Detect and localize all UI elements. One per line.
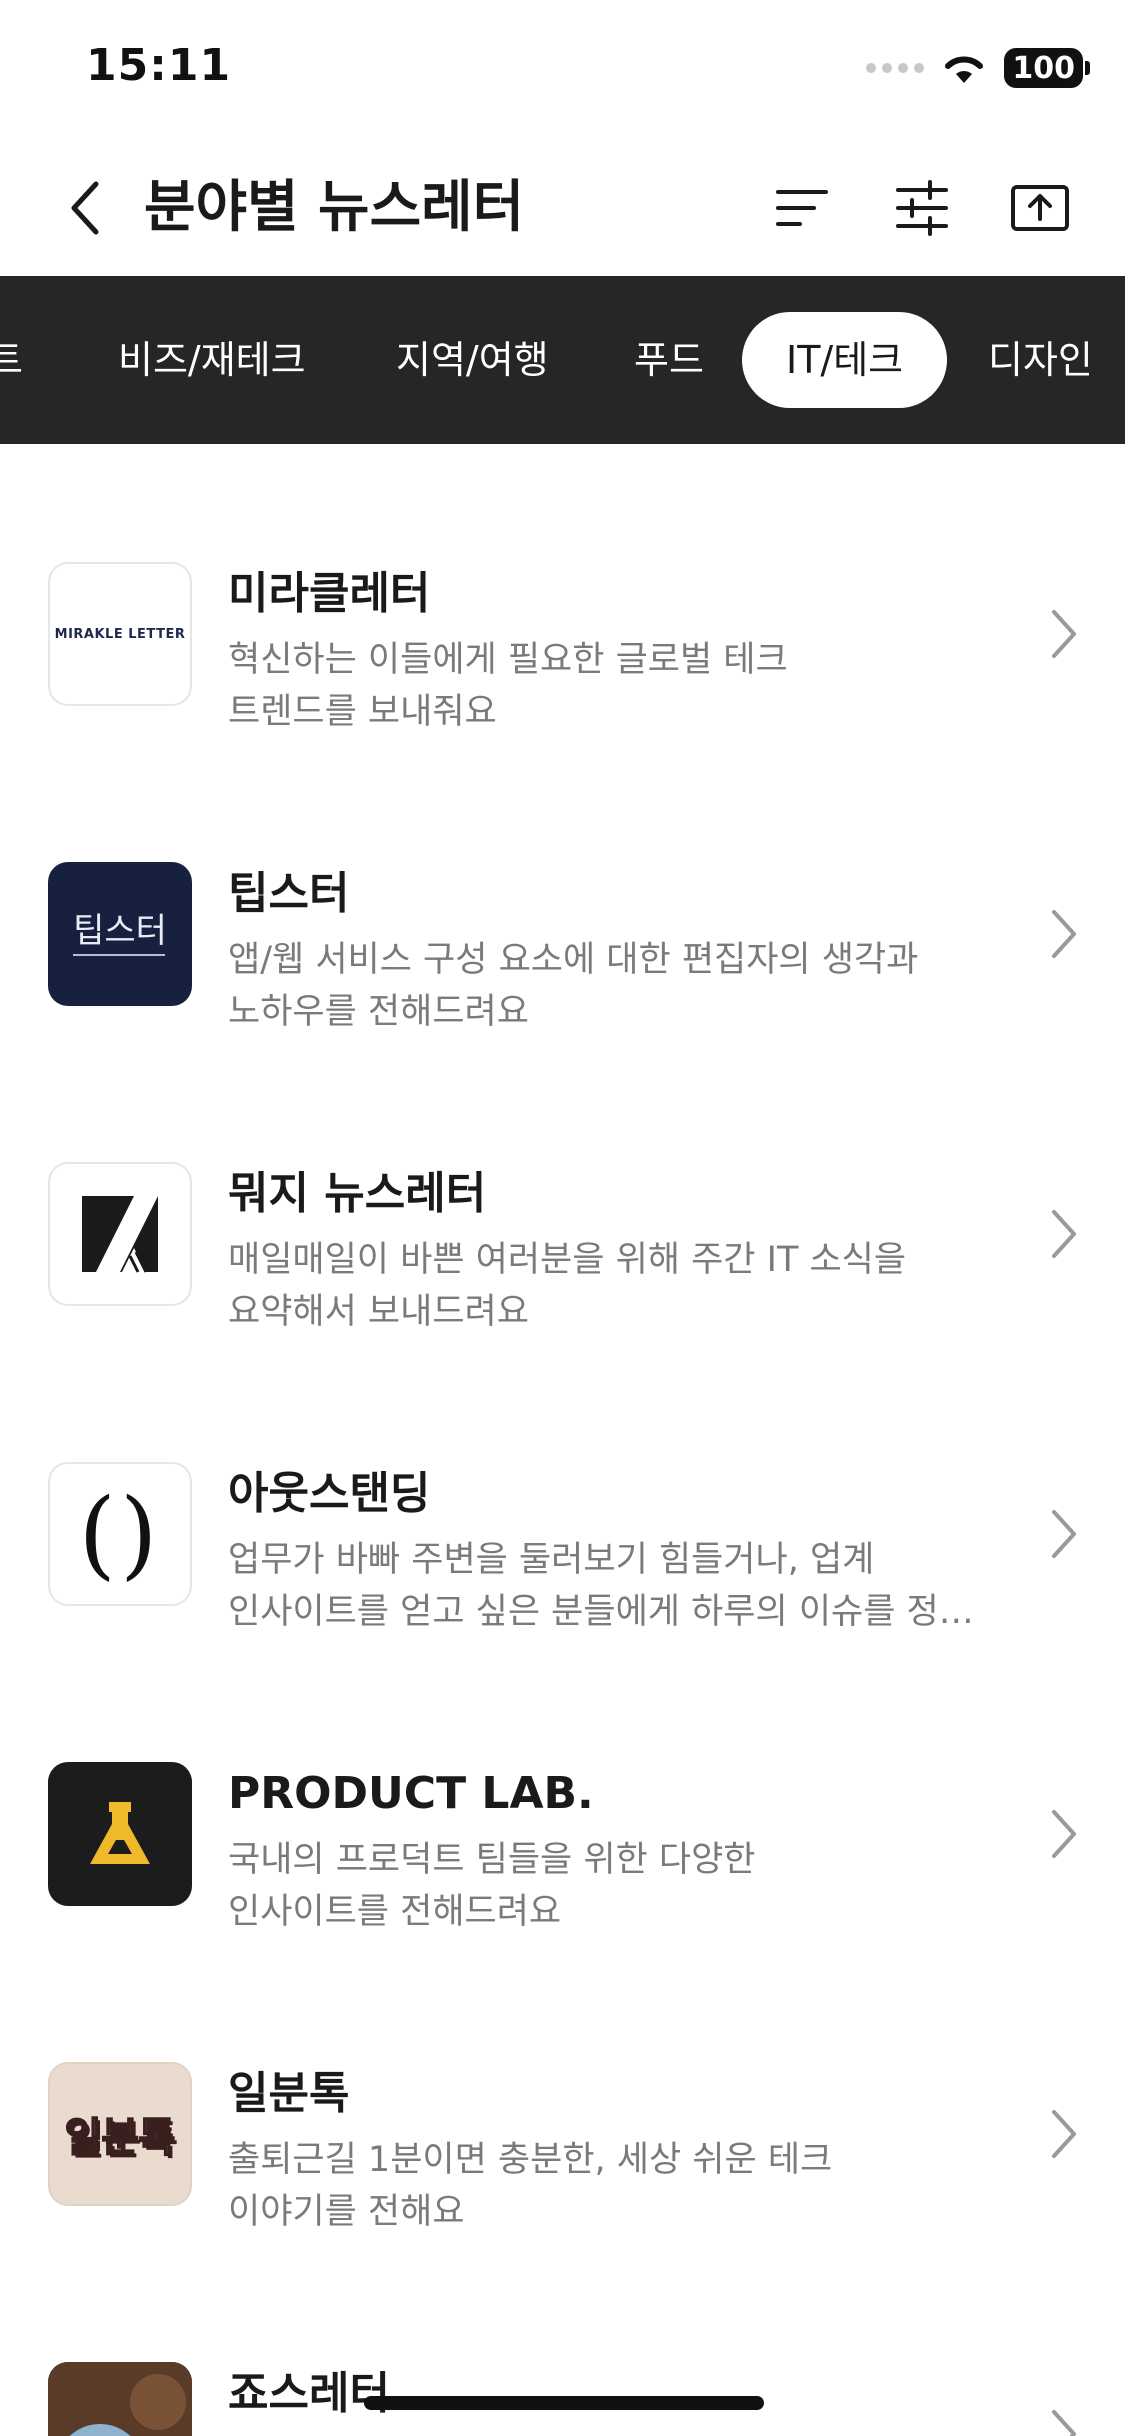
battery-indicator: 100	[1004, 48, 1090, 88]
filter-button[interactable]	[880, 166, 964, 250]
newsletter-name: PRODUCT LAB.	[228, 1768, 594, 1819]
list-item[interactable]: 뭐지 뉴스레터 매일매일이 바쁜 여러분을 위해 주간 IT 소식을 요약해서 …	[0, 1044, 1125, 1344]
upload-share-icon	[1011, 185, 1069, 231]
newsletter-description: 앱/웹 서비스 구성 요소에 대한 편집자의 생각과 노하우를 전해드려요	[228, 940, 919, 1032]
chevron-right-icon	[1040, 604, 1088, 664]
newsletter-description: 매일매일이 바쁜 여러분을 위해 주간 IT 소식을 요약해서 보내드려요	[228, 1240, 907, 1332]
newsletter-logo: ()	[48, 1462, 192, 1606]
logo-text: MIRAKLE LETTER	[54, 626, 186, 642]
wifi-icon	[945, 56, 984, 83]
chevron-right-icon	[1040, 1504, 1088, 1564]
back-button[interactable]	[52, 166, 116, 250]
home-indicator[interactable]	[364, 2396, 764, 2410]
page-title: 분야별 뉴스레터	[144, 175, 525, 240]
chevron-right-icon	[1040, 2404, 1088, 2436]
newsletter-logo: 팁스터	[48, 862, 192, 1006]
newsletter-logo	[48, 1762, 192, 1906]
newsletter-name: 뭐지 뉴스레터	[228, 1168, 487, 1219]
list-item[interactable]: 일분톡 일분톡 출퇴근길 1분이면 충분한, 세상 쉬운 테크 이야기를 전해요	[0, 1944, 1125, 2244]
tab-it-tech[interactable]: IT/테크	[742, 312, 948, 408]
status-time: 15:11	[86, 40, 232, 91]
k-logo-icon	[82, 1196, 158, 1273]
newsletter-name: 일분톡	[228, 2068, 350, 2119]
newsletter-logo: MIRAKLE LETTER	[48, 562, 192, 706]
newsletter-name: 미라클레터	[228, 568, 431, 619]
newsletter-name: 팁스터	[228, 868, 350, 919]
sort-button[interactable]	[760, 166, 844, 250]
tab-food[interactable]: 푸드	[634, 312, 704, 408]
shark-image	[48, 2362, 192, 2436]
chevron-right-icon	[1040, 904, 1088, 964]
chevron-right-icon	[1040, 2104, 1088, 2164]
newsletter-name: 아웃스탠딩	[228, 1468, 431, 1519]
app-header: 분야별 뉴스레터	[0, 140, 1125, 276]
list-item[interactable]: PRODUCT LAB. 국내의 프로덕트 팀들을 위한 다양한 인사이트를 전…	[0, 1644, 1125, 1944]
status-indicators: 100	[866, 46, 1090, 90]
tab-partial[interactable]: 트	[0, 312, 23, 408]
sliders-icon	[896, 180, 948, 236]
list-item[interactable]: 팁스터 팁스터 앱/웹 서비스 구성 요소에 대한 편집자의 생각과 노하우를 …	[0, 744, 1125, 1044]
newsletter-logo	[48, 1162, 192, 1306]
category-tab-bar: 트 비즈/재테크 지역/여행 푸드 IT/테크 디자인	[0, 276, 1125, 444]
chevron-right-icon	[1040, 1804, 1088, 1864]
newsletter-description: 혁신하는 이들에게 필요한 글로벌 테크 트렌드를 보내줘요	[228, 640, 788, 732]
share-button[interactable]	[998, 166, 1082, 250]
tab-biz-finance[interactable]: 비즈/재테크	[118, 312, 306, 408]
newsletter-logo: 일분톡	[48, 2062, 192, 2206]
chevron-left-icon	[71, 181, 99, 235]
newsletter-category-screen: 15:11 100 분야별 뉴스레터 트 비즈/재테크 지역/여행 푸드 IT/…	[0, 0, 1125, 2436]
flask-icon	[90, 1802, 150, 1864]
tab-design[interactable]: 디자인	[988, 312, 1093, 408]
newsletter-description: 업무가 바빠 주변을 둘러보기 힘들거나, 업계 인사이트를 얻고 싶은 분들에…	[228, 1540, 978, 1632]
chevron-right-icon	[1040, 1204, 1088, 1264]
newsletter-logo	[48, 2362, 192, 2436]
list-item[interactable]: () 아웃스탠딩 업무가 바빠 주변을 둘러보기 힘들거나, 업계 인사이트를 …	[0, 1344, 1125, 1644]
newsletter-description: 국내의 프로덕트 팀들을 위한 다양한 인사이트를 전해드려요	[228, 1840, 756, 1932]
cellular-signal-icon	[866, 63, 925, 73]
newsletter-name: 죠스레터	[228, 2368, 390, 2419]
list-item[interactable]: MIRAKLE LETTER 미라클레터 혁신하는 이들에게 필요한 글로벌 테…	[0, 444, 1125, 744]
newsletter-description: 출퇴근길 1분이면 충분한, 세상 쉬운 테크 이야기를 전해요	[228, 2140, 833, 2232]
status-bar: 15:11 100	[0, 0, 1125, 140]
tab-region-travel[interactable]: 지역/여행	[396, 312, 549, 408]
sort-icon	[776, 190, 828, 226]
